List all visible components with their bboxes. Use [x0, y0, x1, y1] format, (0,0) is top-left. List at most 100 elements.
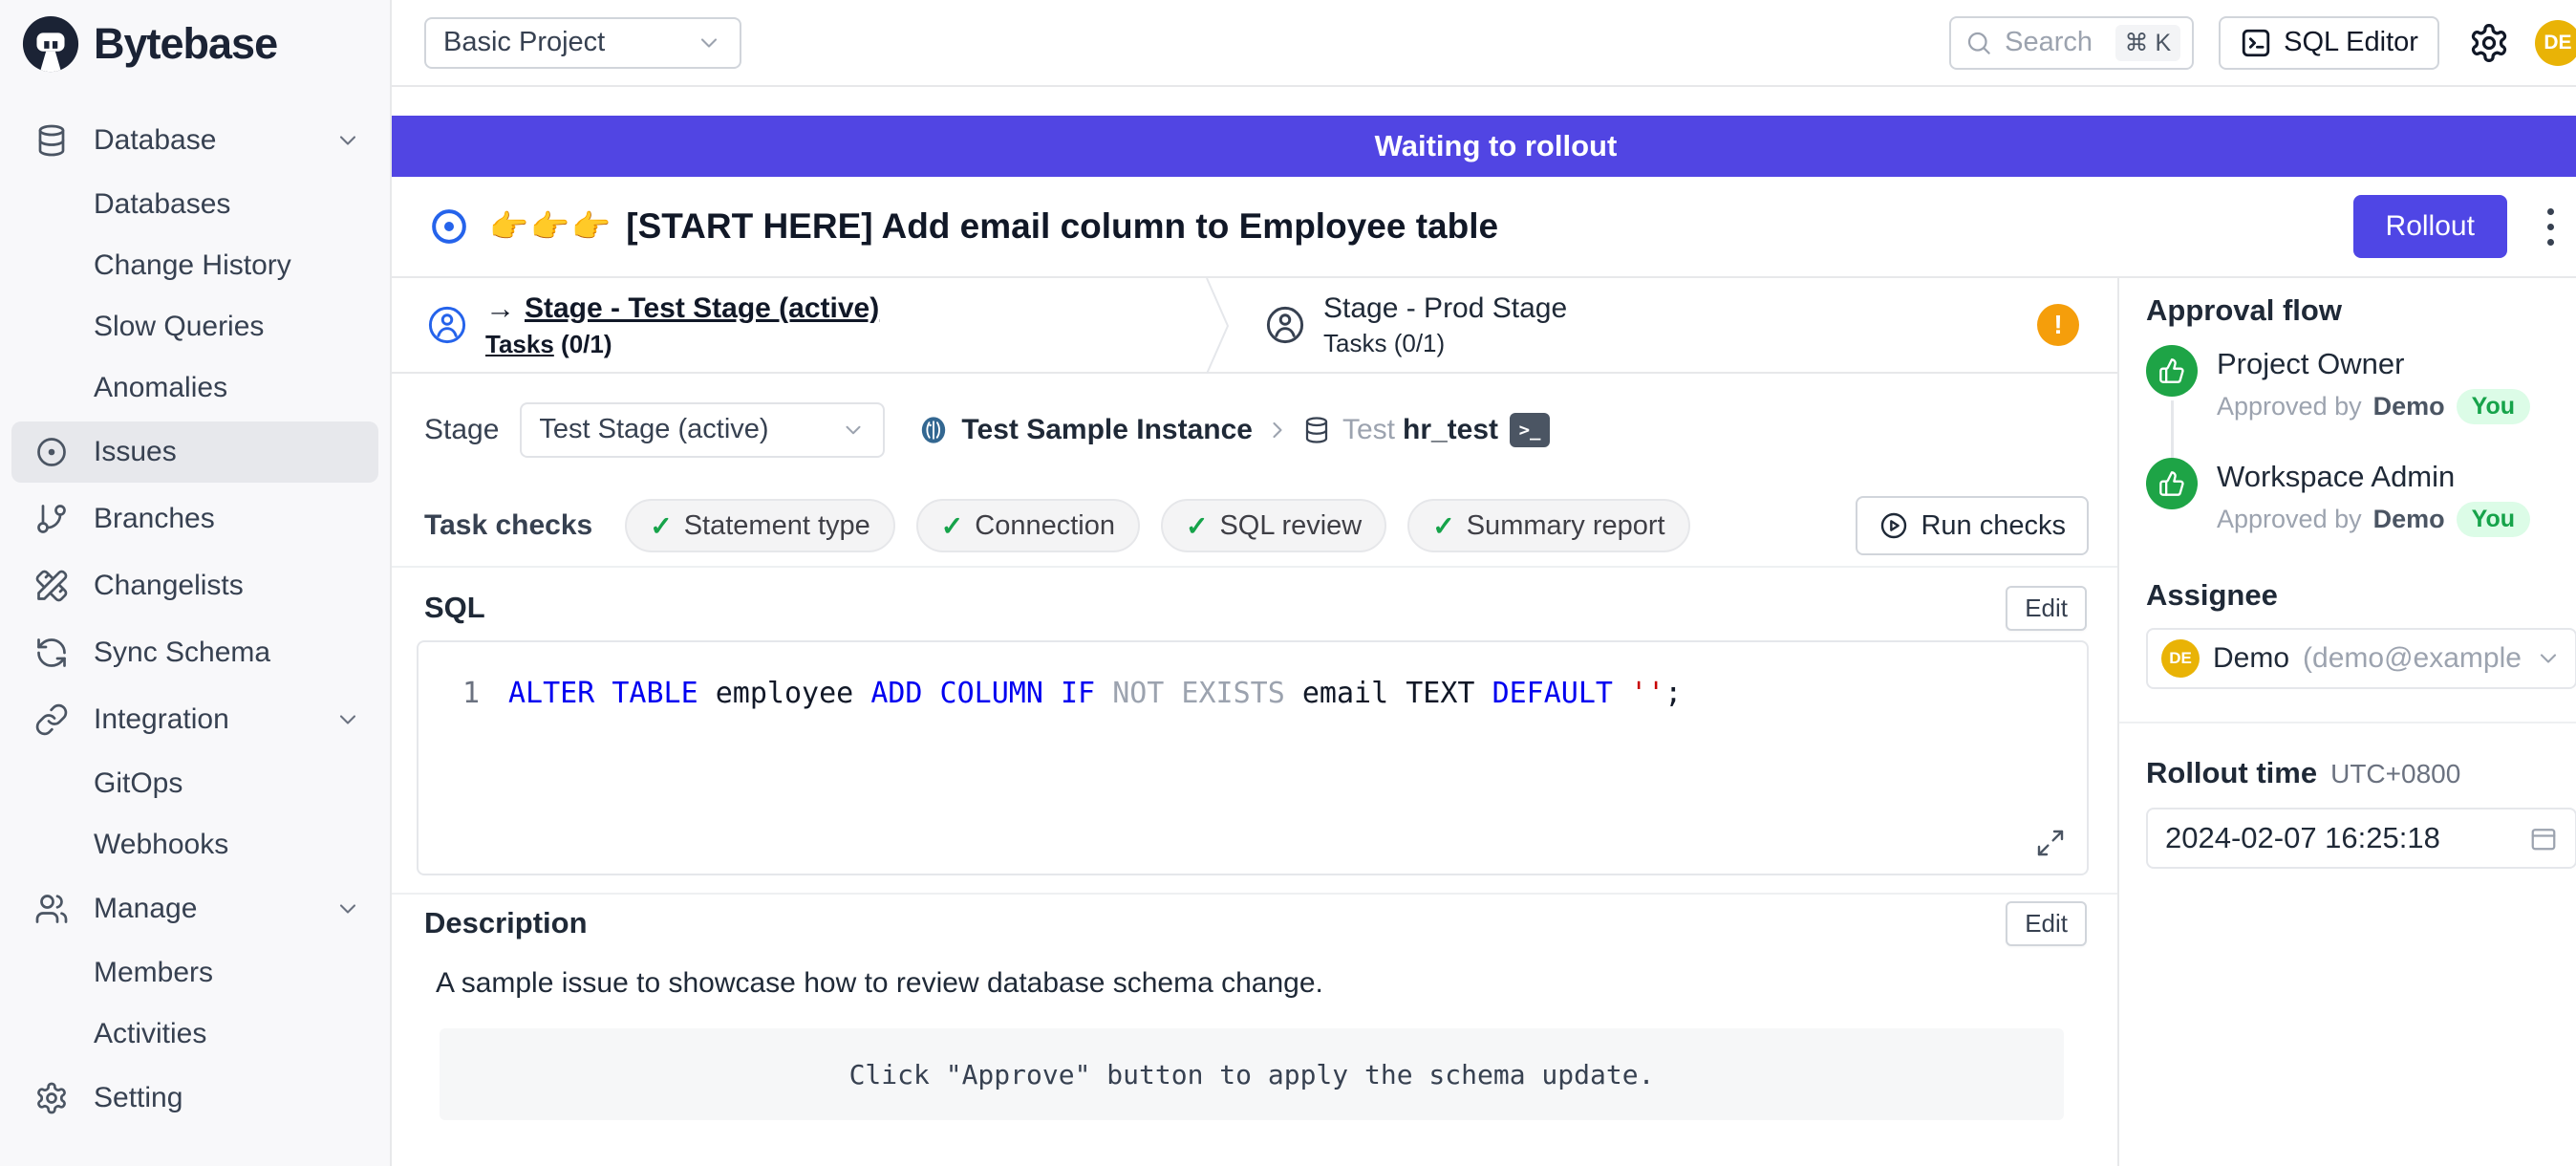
sidebar-item-members[interactable]: Members — [11, 945, 378, 1001]
project-selector-value: Basic Project — [443, 27, 605, 58]
sidebar-item-label: GitOps — [94, 767, 182, 800]
stage-select[interactable]: Test Stage (active) — [520, 402, 885, 458]
sidebar-item-label: Database — [94, 124, 216, 157]
sidebar-item-issues[interactable]: Issues — [11, 421, 378, 483]
task-checks-row: Task checks ✓ Statement type ✓ Connectio… — [392, 486, 2117, 568]
sidebar-item-activities[interactable]: Activities — [11, 1006, 378, 1062]
open-in-sql-editor-icon[interactable]: >_ — [1510, 413, 1550, 447]
issue-title-row: 👉👉👉 [START HERE] Add email column to Emp… — [392, 177, 2576, 278]
chevron-down-icon — [334, 706, 361, 733]
sql-editor-block[interactable]: 1ALTER TABLE employee ADD COLUMN IF NOT … — [417, 640, 2089, 875]
search-placeholder: Search — [2005, 27, 2103, 58]
stage-card-test[interactable]: → Stage - Test Stage (active) Tasks (0/1… — [392, 278, 1199, 372]
terminal-icon — [2240, 27, 2272, 59]
topbar-right: Search ⌘ K SQL Editor DE — [1949, 16, 2576, 70]
sidebar-item-label: Anomalies — [94, 372, 227, 404]
approval-role: Project Owner — [2217, 347, 2530, 381]
sql-editor-label: SQL Editor — [2284, 27, 2418, 58]
sidebar-item-sync-schema[interactable]: Sync Schema — [11, 622, 378, 683]
logo[interactable]: Bytebase — [0, 0, 390, 87]
check-pill-summary-report[interactable]: ✓ Summary report — [1407, 499, 1689, 552]
git-branch-icon — [34, 502, 71, 536]
assignee-name: Demo — [2213, 642, 2289, 675]
sidebar-item-change-history[interactable]: Change History — [11, 238, 378, 293]
stage-separator — [1199, 278, 1237, 372]
settings-gear-icon[interactable] — [2468, 22, 2510, 64]
stages-row: → Stage - Test Stage (active) Tasks (0/1… — [392, 278, 2117, 374]
chevron-right-icon — [1264, 417, 1291, 443]
check-success-icon: ✓ — [1432, 510, 1454, 542]
sidebar-item-anomalies[interactable]: Anomalies — [11, 360, 378, 416]
users-icon — [34, 892, 71, 926]
rollout-time-heading: Rollout time — [2146, 756, 2317, 790]
description-text: A sample issue to showcase how to review… — [436, 967, 2117, 1000]
sql-editor-button[interactable]: SQL Editor — [2219, 16, 2439, 70]
assignee-select[interactable]: DE Demo (demo@example — [2146, 628, 2576, 689]
assignee-email: (demo@example — [2303, 642, 2522, 675]
sidebar-item-label: Webhooks — [94, 829, 228, 861]
sidebar-item-label: Integration — [94, 703, 229, 736]
project-selector[interactable]: Basic Project — [424, 17, 741, 69]
stage-selector-label: Stage — [424, 414, 499, 446]
expand-fullscreen-icon[interactable] — [2035, 828, 2066, 858]
assignee-avatar: DE — [2161, 639, 2200, 678]
main-area: Basic Project Search ⌘ K SQL Editor DE W… — [392, 0, 2576, 1166]
topbar: Basic Project Search ⌘ K SQL Editor DE — [392, 0, 2576, 87]
sidebar-item-slow-queries[interactable]: Slow Queries — [11, 299, 378, 355]
stage-card-prod[interactable]: Stage - Prod Stage Tasks (0/1) — [1237, 278, 2037, 372]
database-icon — [34, 123, 71, 158]
rollout-time-value: 2024-02-07 16:25:18 — [2165, 821, 2440, 855]
database-link[interactable]: hr_test — [1403, 414, 1498, 446]
sidebar: Bytebase Database Databases Change Histo… — [0, 0, 392, 1166]
sidebar-item-gitops[interactable]: GitOps — [11, 756, 378, 811]
database-breadcrumb: Test Sample Instance Test hr_test >_ — [917, 413, 1550, 447]
sidebar-item-label: Branches — [94, 503, 215, 535]
content-row: → Stage - Test Stage (active) Tasks (0/1… — [392, 278, 2576, 1166]
instance-link[interactable]: Test Sample Instance — [961, 414, 1253, 446]
rollout-time-header: Rollout time UTC+0800 — [2146, 756, 2576, 790]
rollout-time-input[interactable]: 2024-02-07 16:25:18 — [2146, 808, 2576, 869]
thumbs-up-approved-icon — [2146, 345, 2198, 397]
approver-name: Demo — [2373, 505, 2445, 534]
search-input[interactable]: Search ⌘ K — [1949, 16, 2194, 70]
task-checks-label: Task checks — [424, 509, 592, 542]
description-section-header: Description Edit — [424, 896, 2087, 950]
sidebar-item-label: Changelists — [94, 570, 244, 602]
user-avatar[interactable]: DE — [2535, 20, 2576, 66]
section-divider — [392, 893, 2117, 895]
sidebar-item-manage[interactable]: Manage — [11, 878, 378, 939]
sql-heading: SQL — [424, 591, 485, 625]
check-pill-connection[interactable]: ✓ Connection — [916, 499, 1140, 552]
check-pill-statement-type[interactable]: ✓ Statement type — [625, 499, 895, 552]
pencil-ruler-icon — [34, 569, 71, 603]
check-pill-sql-review[interactable]: ✓ SQL review — [1161, 499, 1386, 552]
issue-open-icon — [430, 207, 468, 246]
stage-person-icon — [1264, 304, 1306, 346]
sidebar-item-webhooks[interactable]: Webhooks — [11, 817, 378, 873]
status-banner: Waiting to rollout — [392, 116, 2576, 177]
stage-name: Stage - Test Stage (active) — [525, 292, 879, 325]
run-checks-button[interactable]: Run checks — [1856, 496, 2089, 555]
kebab-menu-icon[interactable] — [2540, 201, 2562, 253]
check-success-icon: ✓ — [650, 510, 672, 542]
stage-tasks: Tasks (0/1) — [485, 330, 879, 359]
sidebar-item-database[interactable]: Database — [11, 110, 378, 171]
current-stage-arrow: → — [485, 292, 515, 326]
description-edit-button[interactable]: Edit — [2006, 901, 2087, 946]
sidebar-item-changelists[interactable]: Changelists — [11, 555, 378, 616]
approval-step-project-owner: Project Owner Approved by Demo You — [2146, 345, 2576, 441]
chevron-down-icon — [696, 30, 722, 56]
approval-flow-heading: Approval flow — [2146, 293, 2576, 328]
calendar-icon[interactable] — [2529, 824, 2558, 853]
sidebar-item-label: Issues — [94, 436, 177, 468]
sidebar-item-label: Members — [94, 957, 213, 989]
sidebar-item-branches[interactable]: Branches — [11, 488, 378, 550]
sql-edit-button[interactable]: Edit — [2006, 586, 2087, 631]
rollout-button[interactable]: Rollout — [2353, 195, 2507, 258]
chevron-down-icon — [334, 896, 361, 922]
sidebar-item-label: Manage — [94, 893, 197, 925]
sidebar-item-integration[interactable]: Integration — [11, 689, 378, 750]
stage-name: Stage - Prod Stage — [1323, 292, 1567, 325]
sidebar-item-databases[interactable]: Databases — [11, 177, 378, 232]
sidebar-item-setting[interactable]: Setting — [11, 1068, 378, 1129]
